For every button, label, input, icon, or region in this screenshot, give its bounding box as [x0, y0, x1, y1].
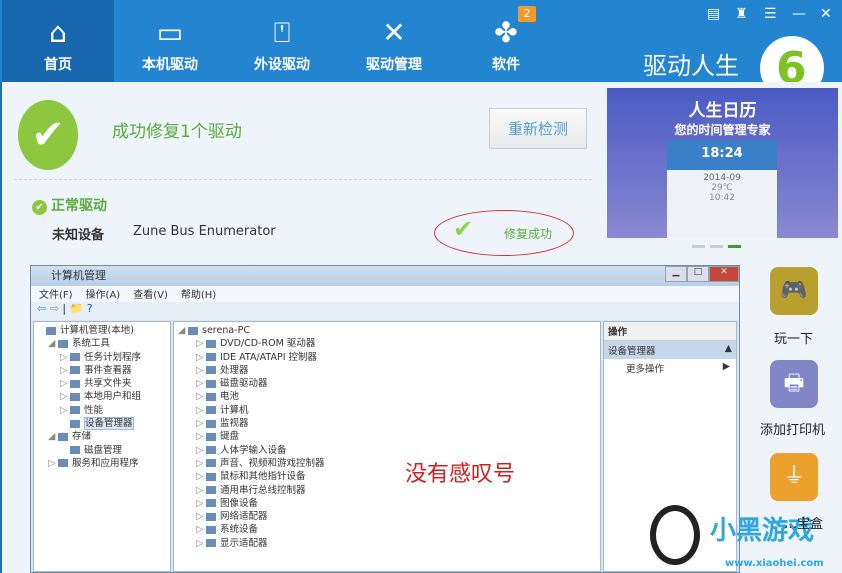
section-normal-drivers: ✔ 正常驱动 [32, 195, 107, 215]
device-category[interactable]: ▷ 电池 [178, 390, 596, 403]
tab-4[interactable]: ✤ 软件 2 [450, 0, 562, 82]
ad-screenshot: 18:24 2014-09 29℃ 10:42 [667, 140, 777, 238]
ad-banner[interactable]: 人生日历 您的时间管理专家 18:24 2014-09 29℃ 10:42 [607, 88, 838, 238]
tree-item[interactable]: ◢ 系统工具 [36, 337, 168, 350]
tree-item[interactable]: ▷ 本地用户和组 [36, 390, 168, 403]
computer-management-window: 计算机管理 ▁ □ ✕ 文件(F) 操作(A) 查看(V) 帮助(H) ⇦ ⇨ | 📁… [30, 265, 740, 573]
recheck-button[interactable]: 重新检测 [489, 108, 587, 149]
device-name: Zune Bus Enumerator [133, 224, 276, 239]
printer-app-button[interactable]: 🖶 [770, 360, 818, 408]
actions-section[interactable]: 设备管理器 ▲ [604, 341, 736, 359]
home-icon: ⌂ [49, 16, 67, 49]
tab-3[interactable]: ✕ 驱动管理 [338, 0, 450, 82]
menu-item[interactable]: 查看(V) [133, 290, 168, 301]
tab-0[interactable]: ⌂ 首页 [2, 0, 114, 82]
device-category[interactable]: ▷ 人体学输入设备 [178, 444, 596, 457]
up-folder-icon[interactable]: 📁 [70, 302, 84, 315]
help-icon[interactable]: ? [87, 302, 93, 315]
result-title: 成功修复1个驱动 [112, 122, 242, 142]
tab-1[interactable]: ▭ 本机驱动 [114, 0, 226, 82]
device-pane: ◢ serena-PC ▷ DVD/CD-ROM 驱动器 ▷ IDE ATA/ATAPI… [173, 321, 601, 572]
minimize-button[interactable]: — [792, 6, 806, 22]
usb-app-button[interactable]: ⏚ [770, 453, 818, 501]
ad-subtitle: 您的时间管理专家 [674, 123, 771, 137]
game-app-button[interactable]: 🎮 [770, 267, 818, 315]
feedback-icon[interactable]: ▤ [707, 6, 720, 22]
tab-label: 软件 [492, 57, 520, 73]
device-category[interactable]: ▷ 网络适配器 [178, 510, 596, 523]
forward-icon[interactable]: ⇨ [50, 302, 59, 315]
watermark-logo: 小黑游戏 www.xiaohei.com [650, 500, 840, 573]
skin-shirt-icon[interactable]: ♜ [735, 6, 748, 22]
actions-header: 操作 [604, 322, 736, 341]
device-category[interactable]: ▷ 通用串行总线控制器 [178, 484, 596, 497]
toolbar: ⇦ ⇨ | 📁 ? [31, 302, 739, 320]
tree-item[interactable]: ▷ 事件查看器 [36, 364, 168, 377]
maximize-button[interactable]: □ [687, 266, 709, 282]
device-category[interactable]: ▷ 显示适配器 [178, 537, 596, 550]
tab-2[interactable]: ⍞ 外设驱动 [226, 0, 338, 82]
close-button[interactable]: ✕ [820, 6, 832, 22]
check-circle-icon: ✔ [32, 200, 47, 215]
tab-label: 首页 [44, 57, 72, 73]
app-label: 玩一下 [774, 332, 814, 347]
menu-item[interactable]: 帮助(H) [181, 290, 216, 301]
tree-item[interactable]: ▷ 性能 [36, 404, 168, 417]
back-icon[interactable]: ⇦ [37, 302, 46, 315]
tree-item[interactable]: 设备管理器 [36, 417, 168, 431]
device-category[interactable]: ▷ 鼠标和其他指针设备 [178, 470, 596, 483]
device-category[interactable]: ▷ DVD/CD-ROM 驱动器 [178, 337, 596, 350]
menu-bar: 文件(F) 操作(A) 查看(V) 帮助(H) [31, 286, 739, 302]
repair-status: ✔ 修复成功 [434, 210, 574, 256]
menu-icon[interactable]: ☰ [764, 6, 777, 22]
more-actions[interactable]: 更多操作 ▶ [604, 359, 736, 377]
device-category[interactable]: ▷ 声音、视频和游戏控制器 [178, 457, 596, 470]
usb-icon: ⍞ [273, 16, 291, 49]
success-check-icon: ✔ [18, 100, 78, 170]
menu-item[interactable]: 操作(A) [86, 290, 121, 301]
device-root[interactable]: ◢ serena-PC [178, 324, 596, 337]
check-icon: ✔ [453, 215, 474, 243]
device-category[interactable]: ▷ 系统设备 [178, 523, 596, 536]
carousel-dot[interactable] [692, 245, 705, 248]
monitor-icon: ▭ [156, 16, 184, 49]
app-label: …宝盒 [784, 517, 824, 532]
menu-item[interactable]: 文件(F) [39, 290, 73, 301]
device-category[interactable]: ▷ 键盘 [178, 430, 596, 443]
ad-title: 人生日历 [688, 101, 757, 121]
device-category[interactable]: ▷ IDE ATA/ATAPI 控制器 [178, 351, 596, 364]
app-label: 添加打印机 [760, 423, 826, 438]
minimize-button[interactable]: ▁ [665, 266, 687, 282]
tree-item[interactable]: ▷ 任务计划程序 [36, 351, 168, 364]
annotation-text: 没有感叹号 [405, 462, 516, 487]
carousel-dot[interactable] [710, 245, 723, 248]
tree-item[interactable]: ▷ 共享文件夹 [36, 377, 168, 390]
divider [14, 179, 592, 180]
tab-label: 本机驱动 [142, 57, 198, 73]
brand-name: 驱动人生 [643, 52, 739, 80]
device-category[interactable]: ▷ 磁盘驱动器 [178, 377, 596, 390]
carousel-dot-active[interactable] [728, 245, 741, 248]
tree-pane: 计算机管理(本地) ◢ 系统工具 ▷ 任务计划程序 ▷ 事件查看器 ▷ 共享文件夹 ▷ 本地用户和组… [33, 321, 171, 572]
badge: 2 [518, 6, 536, 22]
tree-item[interactable]: 磁盘管理 [36, 444, 168, 457]
tree-item[interactable]: ▷ 服务和应用程序 [36, 457, 168, 470]
tree-item[interactable]: ◢ 存储 [36, 430, 168, 443]
close-button[interactable]: ✕ [709, 266, 739, 282]
tools-icon: ✕ [382, 16, 406, 49]
window-title: 计算机管理 [31, 266, 739, 286]
device-category[interactable]: ▷ 图像设备 [178, 497, 596, 510]
device-type: 未知设备 [52, 228, 105, 243]
device-category[interactable]: ▷ 处理器 [178, 364, 596, 377]
tab-label: 外设驱动 [254, 57, 310, 73]
device-category[interactable]: ▷ 计算机 [178, 404, 596, 417]
device-category[interactable]: ▷ 监视器 [178, 417, 596, 430]
tab-label: 驱动管理 [366, 57, 422, 73]
tree-item[interactable]: 计算机管理(本地) [36, 324, 168, 337]
